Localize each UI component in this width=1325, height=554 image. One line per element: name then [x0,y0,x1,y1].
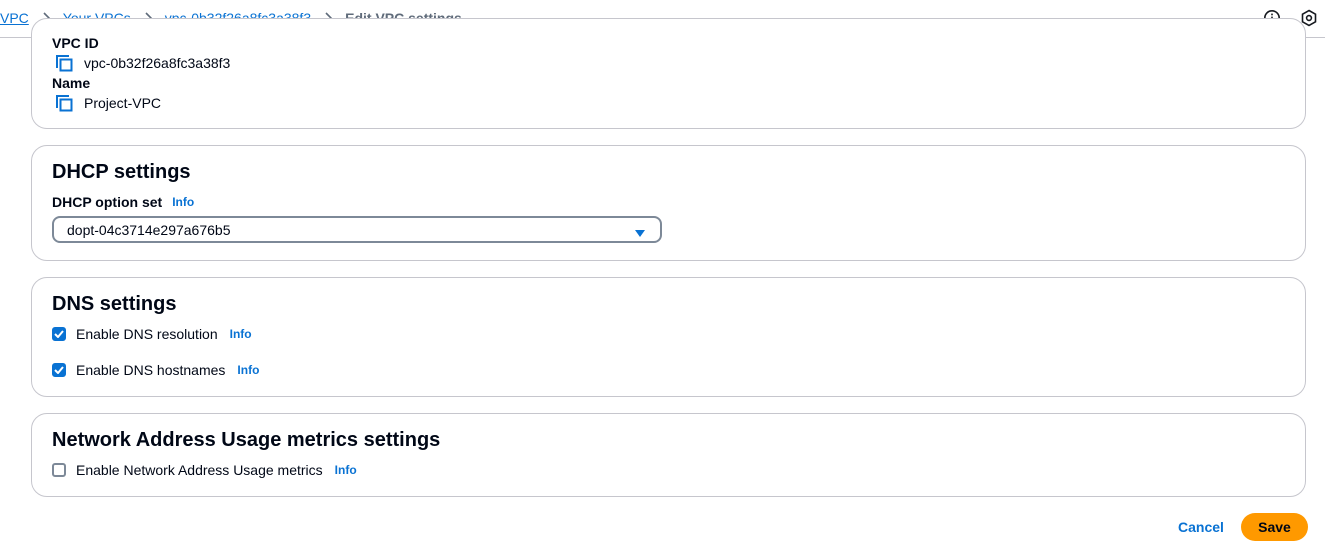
dns-hostnames-label: Enable DNS hostnames [76,362,226,378]
nau-metrics-title: Network Address Usage metrics settings [52,429,441,451]
dhcp-option-set-value: dopt-04c3714e297a676b5 [67,221,231,238]
dhcp-option-set-label: DHCP option set [52,194,163,210]
nau-metrics-info-link[interactable]: Info [335,463,357,477]
nau-metrics-checkbox[interactable] [52,463,66,477]
vpc-details-panel: VPC ID vpc-0b32f26a8fc3a38f3 Name Projec… [31,18,1306,129]
dhcp-settings-title: DHCP settings [52,161,191,183]
vpc-id-value: vpc-0b32f26a8fc3a38f3 [84,55,231,71]
dhcp-option-set-select[interactable]: dopt-04c3714e297a676b5 [52,216,662,243]
vpc-id-label: VPC ID [52,35,99,51]
dhcp-settings-panel: DHCP settings DHCP option set Info dopt-… [31,145,1306,261]
name-label: Name [52,75,91,91]
name-value: Project-VPC [84,95,162,111]
dns-resolution-checkbox[interactable] [52,327,66,341]
dns-hostnames-row: Enable DNS hostnames Info [52,362,259,378]
cancel-button[interactable]: Cancel [1170,514,1232,540]
dns-hostnames-checkbox[interactable] [52,363,66,377]
breadcrumb-vpc[interactable]: VPC [0,10,29,26]
copy-icon[interactable] [54,53,74,73]
nau-metrics-label: Enable Network Address Usage metrics [76,462,323,478]
dns-settings-panel: DNS settings Enable DNS resolution Info … [31,277,1306,397]
nau-metrics-row: Enable Network Address Usage metrics Inf… [52,462,357,478]
copy-icon[interactable] [54,93,74,113]
save-button[interactable]: Save [1241,513,1308,541]
dhcp-info-link[interactable]: Info [172,195,194,209]
dhcp-option-set-label-row: DHCP option set Info [52,194,194,210]
dns-hostnames-info-link[interactable]: Info [237,363,259,377]
dns-resolution-label: Enable DNS resolution [76,326,218,342]
checkmark-icon [54,366,64,374]
checkmark-icon [54,330,64,338]
caret-down-icon [634,225,646,241]
dns-resolution-info-link[interactable]: Info [230,327,252,341]
dns-settings-title: DNS settings [52,293,177,315]
dns-resolution-row: Enable DNS resolution Info [52,326,252,342]
nau-metrics-panel: Network Address Usage metrics settings E… [31,413,1306,497]
